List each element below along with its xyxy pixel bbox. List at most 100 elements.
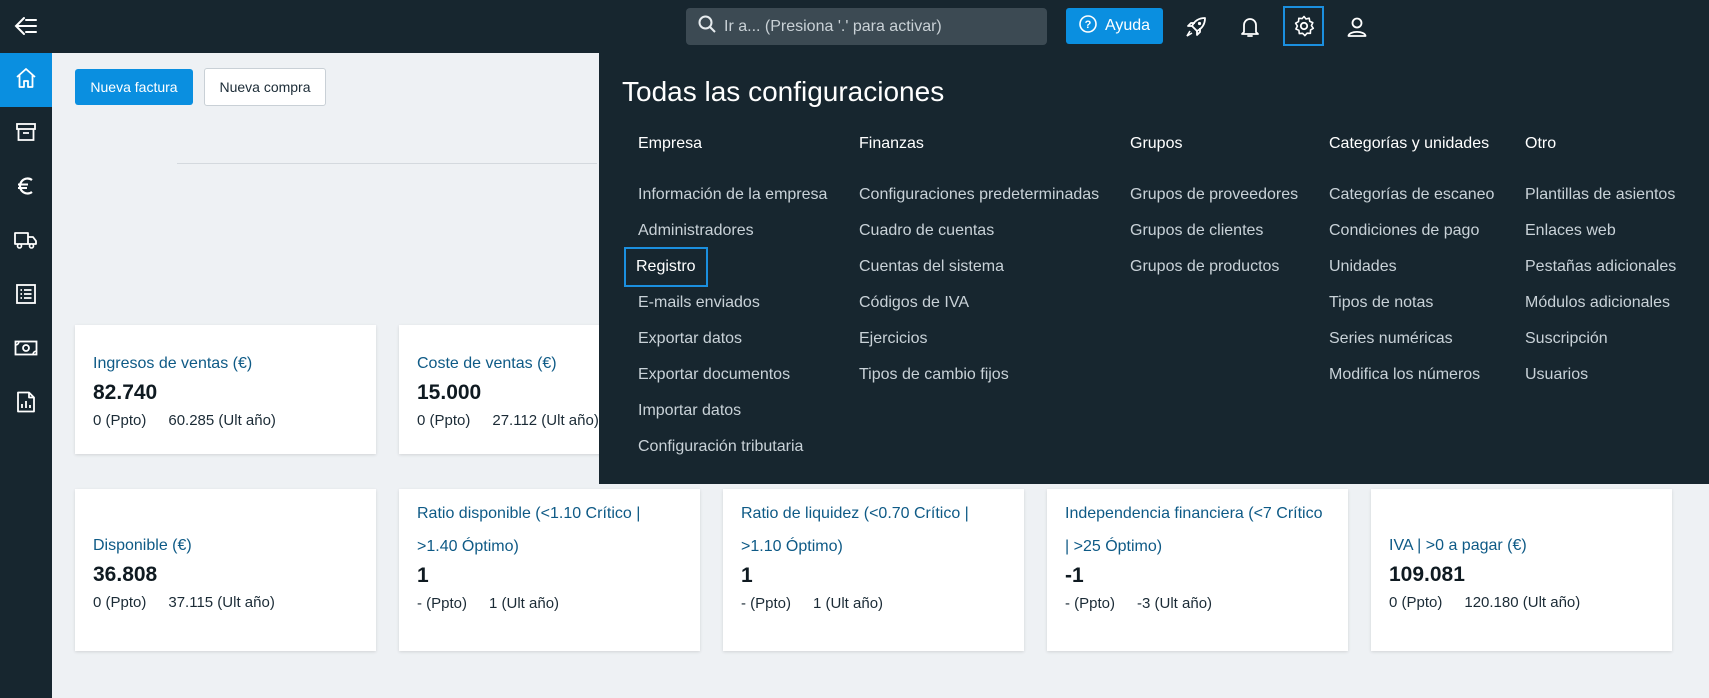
home-icon	[15, 67, 37, 94]
list-icon	[15, 283, 37, 310]
user-icon[interactable]	[1337, 8, 1377, 46]
euro-icon	[15, 175, 37, 202]
card-value: 109.081	[1389, 563, 1465, 586]
kpi-card-available-ratio[interactable]: Ratio disponible (<1.10 Crítico | >1.40 …	[399, 489, 700, 651]
card-comparisons: - (Ppto) -3 (Ult año)	[1065, 595, 1330, 612]
new-purchase-button[interactable]: Nueva compra	[204, 68, 326, 106]
settings-link-web-links[interactable]: Enlaces web	[1525, 222, 1616, 239]
card-value: 36.808	[93, 563, 158, 586]
settings-link-units[interactable]: Unidades	[1329, 258, 1397, 275]
card-last-year: 120.180 (Ult año)	[1464, 594, 1581, 611]
search-box[interactable]	[686, 8, 1047, 45]
sidebar-item-euro[interactable]	[0, 161, 52, 215]
top-bar: ? Ayuda	[0, 0, 1709, 53]
settings-link-fiscal-years[interactable]: Ejercicios	[859, 330, 927, 347]
settings-link-product-groups[interactable]: Grupos de productos	[1130, 258, 1279, 275]
settings-link-modify-numbers[interactable]: Modifica los números	[1329, 366, 1480, 383]
truck-icon	[14, 230, 38, 255]
cash-icon	[14, 339, 38, 362]
rocket-icon[interactable]	[1176, 8, 1216, 46]
card-title: Ratio de liquidez (<0.70 Crítico | >1.10…	[741, 505, 969, 555]
settings-link-additional-tabs[interactable]: Pestañas adicionales	[1525, 258, 1676, 275]
settings-link-administrators[interactable]: Administradores	[638, 222, 754, 239]
card-budget: 0 (Ppto)	[93, 594, 147, 611]
sidebar-item-delivery[interactable]	[0, 215, 52, 269]
settings-column-finance: Finanzas Configuraciones predeterminadas…	[859, 132, 1099, 393]
card-budget: - (Ppto)	[417, 595, 468, 612]
new-invoice-button[interactable]: Nueva factura	[75, 69, 193, 105]
gear-icon[interactable]	[1283, 6, 1324, 46]
kpi-card-available[interactable]: Disponible (€) 36.808 0 (Ppto) 37.115 (U…	[75, 489, 376, 651]
column-heading: Empresa	[638, 135, 703, 152]
sidebar-item-cash[interactable]	[0, 323, 52, 377]
sidebar-item-home[interactable]	[0, 53, 52, 107]
card-last-year: 60.285 (Ult año)	[168, 412, 276, 429]
settings-column-groups: Grupos Grupos de proveedores Grupos de c…	[1130, 132, 1298, 285]
card-last-year: 1 (Ult año)	[813, 595, 884, 612]
kpi-card-sales-income[interactable]: Ingresos de ventas (€) 82.740 0 (Ppto) 6…	[75, 325, 376, 454]
kpi-card-financial-independence[interactable]: Independencia financiera (<7 Crítico | >…	[1047, 489, 1348, 651]
card-budget: - (Ppto)	[741, 595, 792, 612]
settings-link-number-series[interactable]: Series numéricas	[1329, 330, 1453, 347]
card-title: IVA | >0 a pagar (€)	[1389, 537, 1527, 554]
settings-link-fixed-exchange-rates[interactable]: Tipos de cambio fijos	[859, 366, 1009, 383]
settings-link-default-config[interactable]: Configuraciones predeterminadas	[859, 186, 1099, 203]
settings-column-other: Otro Plantillas de asientos Enlaces web …	[1525, 132, 1676, 393]
card-comparisons: 0 (Ppto) 120.180 (Ult año)	[1389, 594, 1654, 611]
card-title: Ingresos de ventas (€)	[93, 355, 253, 372]
settings-link-customer-groups[interactable]: Grupos de clientes	[1130, 222, 1263, 239]
settings-link-entry-templates[interactable]: Plantillas de asientos	[1525, 186, 1675, 203]
svg-text:?: ?	[1085, 19, 1092, 31]
divider	[177, 163, 597, 164]
settings-link-scan-categories[interactable]: Categorías de escaneo	[1329, 186, 1494, 203]
settings-link-company-info[interactable]: Información de la empresa	[638, 186, 827, 203]
sidebar-item-reports[interactable]	[0, 377, 52, 431]
settings-link-supplier-groups[interactable]: Grupos de proveedores	[1130, 186, 1298, 203]
settings-panel: Todas las configuraciones Empresa Inform…	[599, 53, 1709, 484]
card-value: 1	[741, 564, 753, 587]
card-title: Independencia financiera (<7 Crítico | >…	[1065, 505, 1323, 555]
card-value: 1	[417, 564, 429, 587]
column-heading: Otro	[1525, 135, 1557, 152]
settings-link-note-types[interactable]: Tipos de notas	[1329, 294, 1433, 311]
settings-link-register[interactable]: Registro	[624, 247, 708, 287]
settings-link-vat-codes[interactable]: Códigos de IVA	[859, 294, 969, 311]
settings-link-export-documents[interactable]: Exportar documentos	[638, 366, 790, 383]
settings-column-company: Empresa Información de la empresa Admini…	[624, 132, 827, 465]
settings-link-subscription[interactable]: Suscripción	[1525, 330, 1608, 347]
kpi-card-liquidity-ratio[interactable]: Ratio de liquidez (<0.70 Crítico | >1.10…	[723, 489, 1024, 651]
settings-column-categories: Categorías y unidades Categorías de esca…	[1329, 132, 1494, 393]
sidebar	[0, 53, 52, 698]
card-budget: - (Ppto)	[1065, 595, 1116, 612]
settings-link-users[interactable]: Usuarios	[1525, 366, 1588, 383]
settings-link-system-accounts[interactable]: Cuentas del sistema	[859, 258, 1004, 275]
kpi-card-vat[interactable]: IVA | >0 a pagar (€) 109.081 0 (Ppto) 12…	[1371, 489, 1672, 651]
card-last-year: 37.115 (Ult año)	[168, 594, 275, 611]
help-button[interactable]: ? Ayuda	[1066, 8, 1163, 44]
card-title: Ratio disponible (<1.10 Crítico | >1.40 …	[417, 505, 641, 555]
settings-link-chart-of-accounts[interactable]: Cuadro de cuentas	[859, 222, 994, 239]
card-budget: 0 (Ppto)	[93, 412, 147, 429]
settings-link-import-data[interactable]: Importar datos	[638, 402, 741, 419]
card-comparisons: 0 (Ppto) 60.285 (Ult año)	[93, 412, 358, 429]
sidebar-item-list[interactable]	[0, 269, 52, 323]
card-last-year: 27.112 (Ult año)	[492, 412, 599, 429]
settings-link-additional-modules[interactable]: Módulos adicionales	[1525, 294, 1670, 311]
bell-icon[interactable]	[1230, 8, 1270, 46]
back-arrow-icon[interactable]	[12, 12, 40, 40]
card-value: 82.740	[93, 381, 158, 404]
card-comparisons: 0 (Ppto) 37.115 (Ult año)	[93, 594, 358, 611]
search-icon	[698, 15, 716, 38]
settings-link-export-data[interactable]: Exportar datos	[638, 330, 742, 347]
card-last-year: 1 (Ult año)	[489, 595, 560, 612]
report-icon	[16, 391, 36, 418]
settings-link-payment-terms[interactable]: Condiciones de pago	[1329, 222, 1479, 239]
card-last-year: -3 (Ult año)	[1137, 595, 1213, 612]
help-label: Ayuda	[1104, 17, 1151, 34]
settings-link-tax-config[interactable]: Configuración tributaria	[638, 438, 803, 455]
settings-link-sent-emails[interactable]: E-mails enviados	[638, 294, 760, 311]
search-input[interactable]	[724, 17, 1024, 36]
archive-icon	[15, 121, 37, 148]
sidebar-item-archive[interactable]	[0, 107, 52, 161]
settings-title: Todas las configuraciones	[622, 76, 945, 107]
